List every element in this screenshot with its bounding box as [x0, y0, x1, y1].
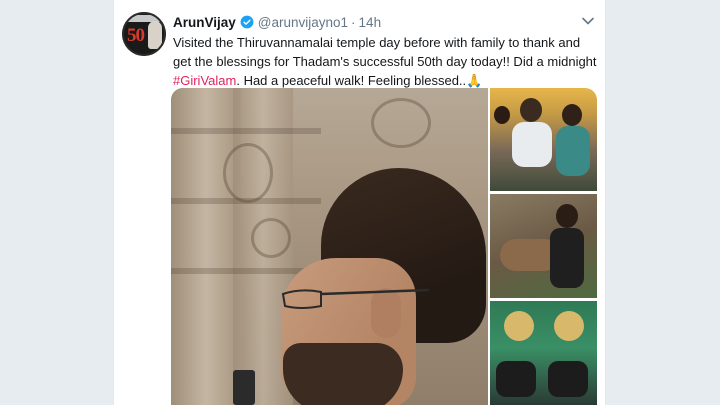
temple-pillar — [171, 88, 241, 405]
main-photo[interactable] — [171, 88, 488, 405]
chevron-down-icon[interactable] — [582, 17, 594, 25]
photo-temple-scooter[interactable] — [490, 301, 597, 405]
stone-carving — [251, 218, 291, 258]
avatar-ring — [122, 12, 166, 56]
photo-family[interactable] — [490, 88, 597, 191]
temple-emblem — [554, 311, 584, 341]
person-beard — [283, 343, 403, 405]
tweet-text-body: Visited the Thiruvannamalai temple day b… — [173, 35, 597, 69]
praying-hands-emoji: 🙏 — [466, 73, 483, 88]
child-head — [494, 106, 510, 124]
person-shirt — [512, 122, 552, 167]
separator-dot: · — [351, 14, 356, 30]
photo-cow[interactable] — [490, 194, 597, 298]
stone-band — [171, 128, 321, 134]
person-shirt — [550, 228, 584, 288]
verified-badge-icon — [240, 15, 254, 29]
avatar[interactable]: 50 — [122, 12, 166, 56]
tweet-card[interactable]: 50 ArunVijay @arunvijayno1 · 14h Visited… — [113, 0, 606, 405]
person-saree — [556, 126, 590, 176]
tweet-header: ArunVijay @arunvijayno1 · 14h — [173, 13, 381, 31]
person-head — [520, 98, 542, 122]
tweet-text: Visited the Thiruvannamalai temple day b… — [173, 33, 598, 90]
stone-carving — [371, 98, 431, 148]
person-head — [556, 204, 578, 228]
temple-emblem — [504, 311, 534, 341]
tweet-media-grid — [171, 88, 597, 405]
user-handle[interactable]: @arunvijayno1 — [258, 15, 348, 30]
person-head — [562, 104, 582, 126]
scooter — [496, 361, 536, 397]
tweet-text-tail: . Had a peaceful walk! Feeling blessed.. — [236, 73, 467, 88]
display-name[interactable]: ArunVijay — [173, 15, 236, 30]
phone-in-hand — [233, 370, 255, 405]
eyeglasses — [281, 288, 430, 309]
hashtag-link[interactable]: #GiriValam — [173, 73, 236, 88]
scooter — [548, 361, 588, 397]
timestamp[interactable]: 14h — [359, 15, 382, 30]
side-photo-column — [490, 88, 597, 405]
stone-carving — [223, 143, 273, 203]
